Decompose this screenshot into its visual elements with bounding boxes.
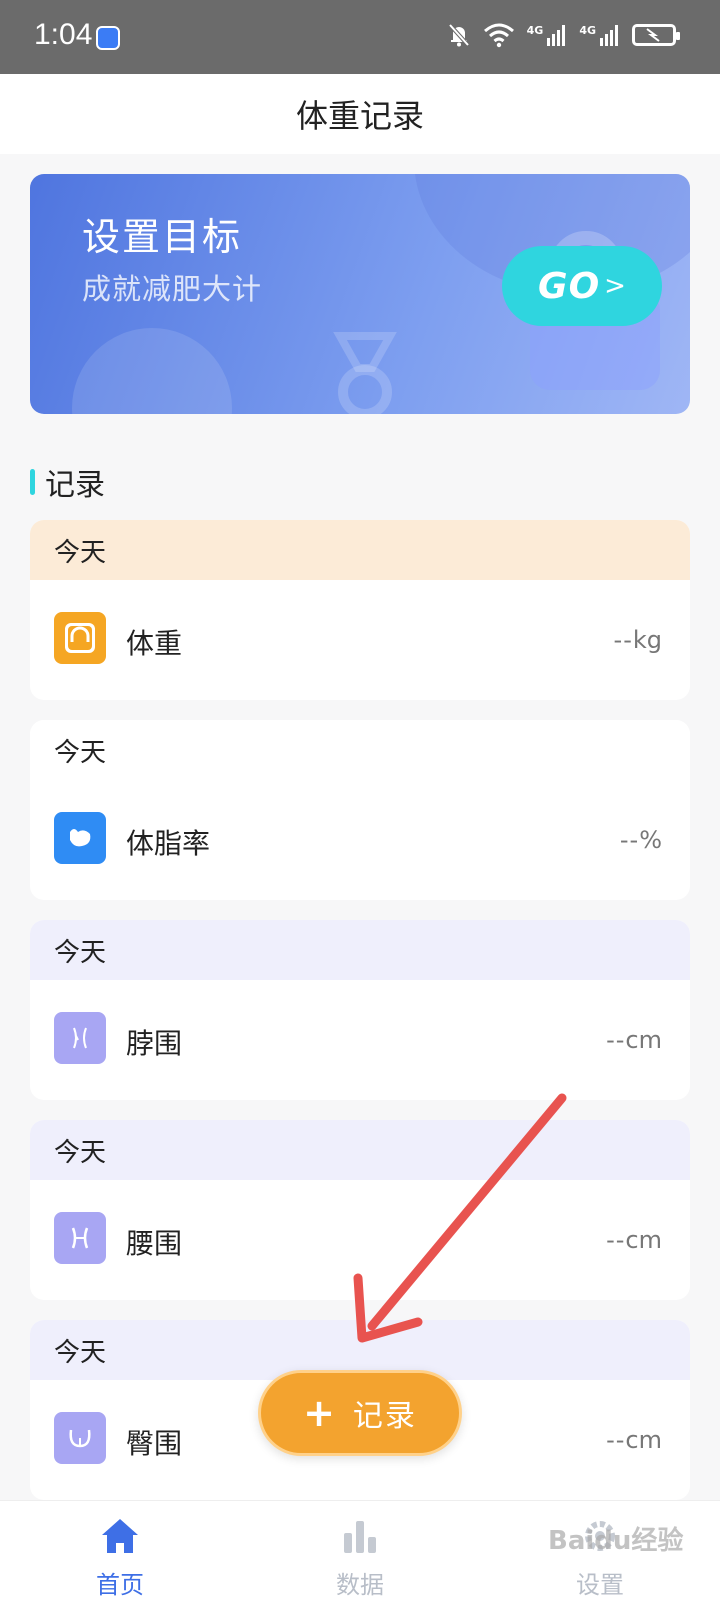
app-notification-icon [96, 26, 120, 50]
metric-value-number: -- [619, 826, 640, 854]
tab-label: 首页 [96, 1571, 144, 1599]
metric-value: --cm [606, 1226, 662, 1254]
go-button[interactable]: GO > [502, 246, 662, 326]
battery-icon [632, 24, 680, 46]
tab-label: 数据 [336, 1571, 384, 1599]
tab-label: 设置 [576, 1571, 624, 1599]
tab-home[interactable]: 首页 [60, 1515, 180, 1600]
system-icons: 4G 4G [447, 22, 680, 48]
record-row[interactable]: 体脂率 --% [30, 780, 690, 900]
waist-icon [54, 1212, 106, 1264]
banner-title: 设置目标 [82, 215, 243, 259]
metric-name: 臀围 [126, 1427, 183, 1460]
record-row[interactable]: 脖围 --cm [30, 980, 690, 1100]
banner-subtitle: 成就减肥大计 [82, 272, 263, 306]
metric-value: --% [620, 826, 662, 854]
metric-unit: cm [625, 1426, 662, 1454]
network-type-label: 4G [526, 24, 544, 37]
home-icon [60, 1515, 180, 1555]
add-record-label: 记录 [352, 1399, 417, 1434]
metric-name: 脖围 [126, 1027, 183, 1060]
metric-value: --cm [606, 1026, 662, 1054]
metric-value-number: -- [613, 626, 633, 654]
muscle-icon [54, 812, 106, 864]
signal-bars-icon [547, 25, 566, 46]
goal-banner[interactable]: 设置目标 成就减肥大计 GO > [30, 174, 690, 414]
signal-4g-2: 4G [579, 24, 620, 46]
status-time: 1:04 [34, 18, 93, 51]
signal-bars-icon [600, 25, 618, 46]
metric-value: --cm [606, 1426, 662, 1454]
record-row[interactable]: 体重 --kg [30, 580, 690, 700]
record-date: 今天 [54, 537, 107, 568]
metric-name: 体脂率 [126, 827, 211, 860]
wifi-icon [483, 23, 514, 48]
metric-value-number: -- [606, 1426, 626, 1454]
record-card-body-fat[interactable]: 今天 体脂率 --% [30, 720, 690, 900]
metric-name: 腰围 [126, 1227, 183, 1260]
add-record-button[interactable]: + 记录 [258, 1370, 462, 1456]
record-date: 今天 [54, 737, 107, 768]
record-date-header: 今天 [30, 720, 690, 780]
record-card-neck[interactable]: 今天 脖围 --cm [30, 920, 690, 1100]
record-date-header: 今天 [30, 920, 690, 980]
metric-unit: % [639, 826, 662, 854]
records-section-title: 记录 [30, 462, 105, 503]
page-title: 体重记录 [295, 97, 424, 135]
metric-unit: kg [632, 626, 662, 654]
record-date: 今天 [54, 1137, 107, 1168]
record-date: 今天 [54, 937, 107, 968]
bell-muted-icon [448, 23, 470, 47]
scale-icon [54, 612, 106, 664]
neck-icon [54, 1012, 106, 1064]
metric-unit: cm [625, 1026, 662, 1054]
app-header: 体重记录 [0, 74, 720, 154]
baidu-watermark: Baidu经验 [548, 1526, 684, 1556]
record-card-waist[interactable]: 今天 腰围 --cm [30, 1120, 690, 1300]
chevron-right-icon: > [604, 271, 626, 301]
section-title-label: 记录 [45, 468, 105, 503]
record-date: 今天 [54, 1337, 107, 1368]
bar-chart-icon [300, 1515, 420, 1555]
metric-name: 体重 [126, 627, 183, 660]
banner-decoration-circle [72, 328, 232, 414]
hip-icon [54, 1412, 106, 1464]
record-row[interactable]: 腰围 --cm [30, 1180, 690, 1300]
record-date-header: 今天 [30, 520, 690, 580]
metric-unit: cm [625, 1226, 662, 1254]
plus-icon: + [303, 1391, 335, 1435]
metric-value: --kg [614, 626, 662, 654]
section-accent-bar [30, 469, 35, 495]
metric-value-number: -- [606, 1226, 626, 1254]
status-bar: 1:04 4G 4G [0, 0, 720, 74]
signal-4g-1: 4G [527, 24, 568, 46]
record-card-weight[interactable]: 今天 体重 --kg [30, 520, 690, 700]
metric-value-number: -- [606, 1026, 626, 1054]
medal-icon [333, 332, 397, 414]
network-type-label: 4G [579, 24, 596, 37]
tab-data[interactable]: 数据 [300, 1515, 420, 1600]
record-date-header: 今天 [30, 1120, 690, 1180]
go-button-label: GO [538, 265, 601, 307]
